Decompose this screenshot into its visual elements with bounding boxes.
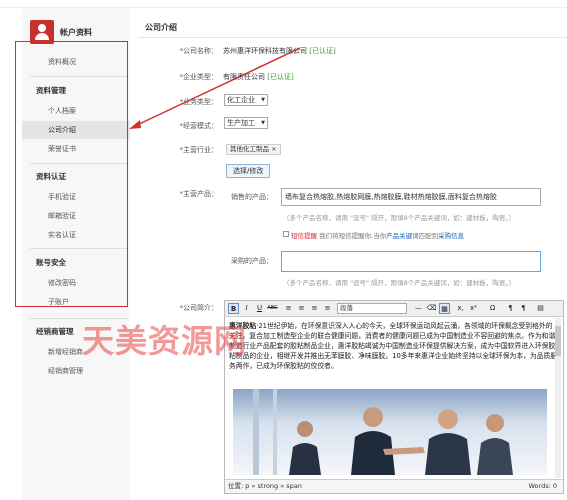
business-mode-select[interactable]: 生产加工 bbox=[224, 117, 268, 129]
sell-products-label: 销售的产品： bbox=[231, 193, 273, 201]
industry-tag[interactable]: 其他化工制品 × bbox=[226, 144, 281, 155]
enterprise-type-value: 有限责任公司 [已认证] bbox=[223, 73, 294, 81]
align-right-icon[interactable]: ≡ bbox=[309, 303, 320, 314]
underline-button[interactable]: U bbox=[254, 303, 265, 314]
table-icon[interactable]: ▦ bbox=[439, 303, 450, 314]
page-title: 公司介绍 bbox=[145, 23, 177, 32]
products-label: *主营产品： bbox=[179, 190, 219, 198]
select-industry-button[interactable]: 选择/修改 bbox=[226, 164, 271, 178]
editor-content[interactable]: 惠洋胶粘·21世纪伊始，在环保意识深入人心的今天，全球环保运动风起云涌，各领域的… bbox=[225, 317, 563, 479]
buy-products-label: 采购的产品： bbox=[231, 257, 273, 265]
buy-products-hint: （多个产品名称，请用 "逗号" 隔开，限填8个产品关键词，如：建材板，陶瓷。） bbox=[283, 279, 515, 287]
horizontal-rule-icon[interactable]: — bbox=[413, 303, 424, 314]
element-path: 位置: p » strong » span bbox=[228, 482, 302, 490]
intro-paragraph: 惠洋胶粘·21世纪伊始，在环保意识深入人心的今天，全球环保运动风起云涌，各领域的… bbox=[229, 322, 558, 370]
editor-toolbar: B I U ABC ≡ ≡ ≡ ≡ 段落 — ⌫ ▦ x, x² Ω ¶ ¶ ▤ bbox=[225, 301, 563, 317]
buy-products-input[interactable] bbox=[281, 251, 541, 272]
editor-scrollbar[interactable] bbox=[555, 318, 561, 478]
business-people-photo bbox=[233, 389, 547, 475]
business-type-select[interactable]: 化工企业 bbox=[224, 94, 268, 106]
align-left-icon[interactable]: ≡ bbox=[283, 303, 294, 314]
rtl-icon[interactable]: ¶ bbox=[518, 303, 529, 314]
sms-alert-text: 短信提醒 我们将短信提醒你,当你产品关键词匹配到采购信息 bbox=[291, 232, 465, 240]
sms-alert-checkbox[interactable] bbox=[283, 231, 289, 237]
company-name-value: 苏州惠洋环保科技有限公司 [已认证] bbox=[223, 47, 336, 55]
watermark: 天美资源网 bbox=[82, 322, 248, 360]
intro-label: *公司简介： bbox=[179, 304, 219, 312]
italic-button[interactable]: I bbox=[241, 303, 252, 314]
source-icon[interactable]: ▤ bbox=[535, 303, 546, 314]
divider bbox=[138, 37, 567, 38]
word-count: Words: 0 bbox=[528, 482, 558, 490]
superscript-button[interactable]: x² bbox=[468, 303, 479, 314]
enterprise-type-label: *企业类型： bbox=[179, 73, 219, 81]
ltr-icon[interactable]: ¶ bbox=[505, 303, 516, 314]
align-justify-icon[interactable]: ≡ bbox=[322, 303, 333, 314]
editor-statusbar: 位置: p » strong » span Words: 0 bbox=[225, 479, 563, 493]
special-char-button[interactable]: Ω bbox=[487, 303, 498, 314]
rich-text-editor[interactable]: B I U ABC ≡ ≡ ≡ ≡ 段落 — ⌫ ▦ x, x² Ω ¶ ¶ ▤… bbox=[224, 300, 564, 494]
sell-products-input[interactable]: 墙布复合热熔胶,热熔胶网膜,热熔胶膜,鞋材热熔胶膜,面料复合热熔胶 bbox=[281, 188, 541, 206]
business-type-label: *业务类型： bbox=[179, 98, 219, 106]
subscript-button[interactable]: x, bbox=[455, 303, 466, 314]
business-mode-label: *经营模式： bbox=[179, 122, 219, 130]
industry-label: *主营行业： bbox=[179, 146, 219, 154]
align-center-icon[interactable]: ≡ bbox=[296, 303, 307, 314]
sell-products-hint: （多个产品名称，请用 "逗号" 隔开，限填8个产品关键词，如：建材板，陶瓷。） bbox=[283, 214, 515, 222]
strikethrough-button[interactable]: ABC bbox=[267, 303, 278, 314]
bold-button[interactable]: B bbox=[228, 303, 239, 314]
eraser-icon[interactable]: ⌫ bbox=[426, 303, 437, 314]
format-select[interactable]: 段落 bbox=[337, 303, 407, 314]
company-name-label: *公司名称： bbox=[179, 47, 219, 55]
